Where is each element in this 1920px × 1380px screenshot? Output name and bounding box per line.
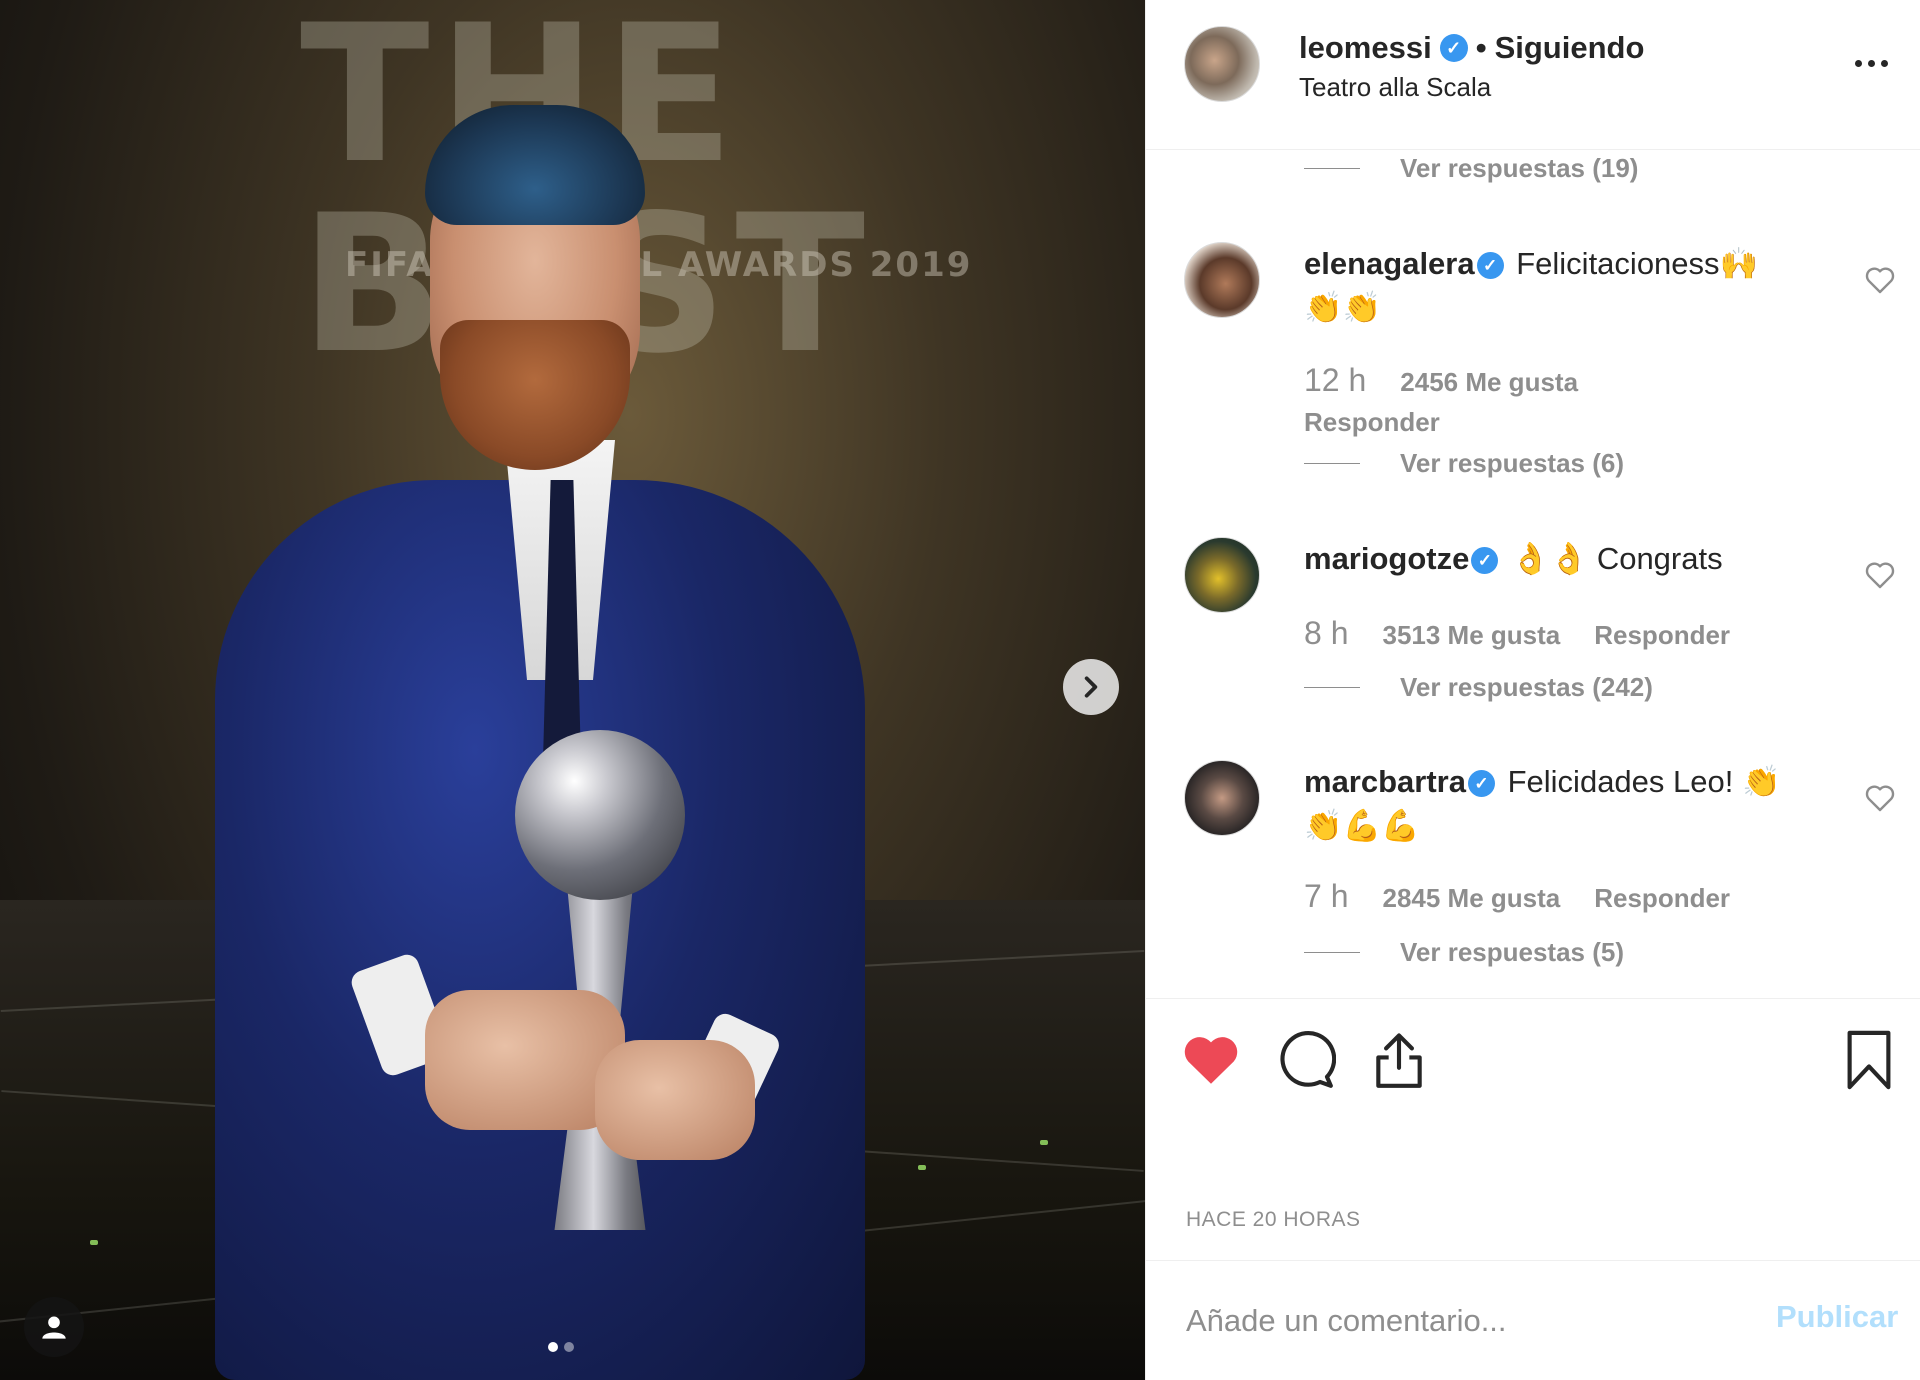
verified-badge-icon: ✓	[1471, 547, 1499, 574]
more-options-icon	[1854, 59, 1862, 67]
comment-meta: 7 h 2845 Me gusta Responder	[1304, 878, 1730, 915]
commenter-username[interactable]: mariogotze	[1304, 541, 1469, 576]
more-options-button[interactable]	[1846, 43, 1896, 83]
action-bar	[1146, 998, 1920, 1113]
heart-outline-icon[interactable]	[1864, 264, 1896, 296]
share-icon[interactable]	[1368, 1029, 1430, 1091]
post-photo[interactable]: THEBEST FIFA FOOTBALL AWARDS 2019	[0, 0, 1145, 1380]
post-sidebar: leomessi ✓ • Siguiendo Teatro alla Scala…	[1145, 0, 1920, 1380]
commenter-username[interactable]: marcbartra	[1304, 764, 1466, 799]
comment-message: Felicidades Leo!	[1507, 764, 1734, 799]
post-header: leomessi ✓ • Siguiendo Teatro alla Scala	[1146, 0, 1920, 150]
carousel-dot	[564, 1342, 574, 1352]
comment-time[interactable]: 7 h	[1304, 878, 1348, 915]
comment-emoji: 👌👌	[1510, 541, 1589, 577]
comment-meta-row2: Responder	[1304, 407, 1440, 438]
carousel-dot	[548, 1342, 558, 1352]
comment-message: Congrats	[1596, 541, 1723, 576]
chevron-right-icon	[1084, 676, 1098, 698]
post-location[interactable]: Teatro alla Scala	[1299, 72, 1491, 103]
commenter-avatar[interactable]	[1184, 537, 1260, 613]
owner-avatar[interactable]	[1184, 26, 1260, 102]
comment-text: elenagalera ✓ Felicitacioness🙌 👏👏	[1304, 242, 1814, 330]
add-comment-bar: Publicar	[1146, 1260, 1920, 1380]
view-replies-label: Ver respuestas (19)	[1400, 153, 1639, 183]
comment-likes[interactable]: 3513 Me gusta	[1382, 620, 1560, 651]
comment-meta: 12 h 2456 Me gusta	[1304, 362, 1578, 399]
comment-emoji: 👏👏	[1304, 290, 1382, 326]
post-timestamp[interactable]: HACE 20 HORAS	[1186, 1208, 1361, 1232]
heart-outline-icon[interactable]	[1864, 559, 1896, 591]
comment-message: Felicitacioness	[1516, 246, 1720, 281]
comment-text: marcbartra ✓ Felicidades Leo! 👏 👏💪💪	[1304, 760, 1814, 848]
carousel-indicator	[548, 1342, 574, 1352]
view-replies-button[interactable]: Ver respuestas (6)	[1304, 448, 1624, 479]
verified-badge-icon: ✓	[1476, 252, 1504, 279]
view-replies-button[interactable]: Ver respuestas (5)	[1304, 937, 1624, 968]
view-replies-button[interactable]: Ver respuestas (242)	[1304, 672, 1653, 703]
comment-time[interactable]: 12 h	[1304, 362, 1366, 399]
comment-likes[interactable]: 2845 Me gusta	[1382, 883, 1560, 914]
commenter-avatar[interactable]	[1184, 760, 1260, 836]
publish-button[interactable]: Publicar	[1776, 1299, 1898, 1335]
verified-badge-icon: ✓	[1467, 770, 1495, 797]
verified-badge-icon: ✓	[1439, 34, 1468, 62]
comment-icon[interactable]	[1274, 1029, 1336, 1091]
reply-button[interactable]: Responder	[1304, 407, 1440, 438]
comments-list[interactable]: Ver respuestas (19) elenagalera ✓ Felicit…	[1146, 150, 1920, 998]
carousel-next-button[interactable]	[1063, 659, 1119, 715]
reply-button[interactable]: Responder	[1594, 883, 1730, 914]
comment-time[interactable]: 8 h	[1304, 615, 1348, 652]
owner-line: leomessi ✓ • Siguiendo	[1299, 30, 1644, 66]
heart-filled-icon[interactable]	[1180, 1029, 1242, 1091]
comment-emoji: 🙌	[1719, 246, 1759, 282]
comment-meta: 8 h 3513 Me gusta Responder	[1304, 615, 1730, 652]
user-tag-icon	[42, 1316, 66, 1339]
comment-item: marcbartra ✓ Felicidades Leo! 👏 👏💪💪 7 h 2…	[1184, 760, 1904, 960]
comment-emoji: 👏	[1741, 764, 1781, 800]
view-replies-label: Ver respuestas (6)	[1400, 448, 1625, 478]
heart-outline-icon[interactable]	[1864, 782, 1896, 814]
commenter-avatar[interactable]	[1184, 242, 1260, 318]
comment-item: elenagalera ✓ Felicitacioness🙌 👏👏 12 h 24…	[1184, 242, 1904, 482]
comment-emoji: 👏💪💪	[1304, 808, 1420, 844]
separator-dot: •	[1475, 30, 1487, 65]
tagged-users-button[interactable]	[24, 1297, 84, 1357]
view-replies-label: Ver respuestas (5)	[1400, 937, 1625, 967]
commenter-username[interactable]: elenagalera	[1304, 246, 1475, 281]
person-with-trophy	[215, 90, 865, 1380]
comment-text: mariogotze ✓ 👌👌 Congrats	[1304, 537, 1814, 581]
following-button[interactable]: Siguiendo	[1495, 30, 1645, 66]
comment-likes[interactable]: 2456 Me gusta	[1400, 367, 1578, 398]
comment-input[interactable]	[1186, 1291, 1746, 1351]
view-replies-button[interactable]: Ver respuestas (19)	[1304, 153, 1638, 184]
reply-button[interactable]: Responder	[1594, 620, 1730, 651]
owner-username[interactable]: leomessi	[1299, 30, 1432, 66]
view-replies-label: Ver respuestas (242)	[1400, 672, 1653, 702]
bookmark-icon[interactable]	[1838, 1029, 1900, 1091]
